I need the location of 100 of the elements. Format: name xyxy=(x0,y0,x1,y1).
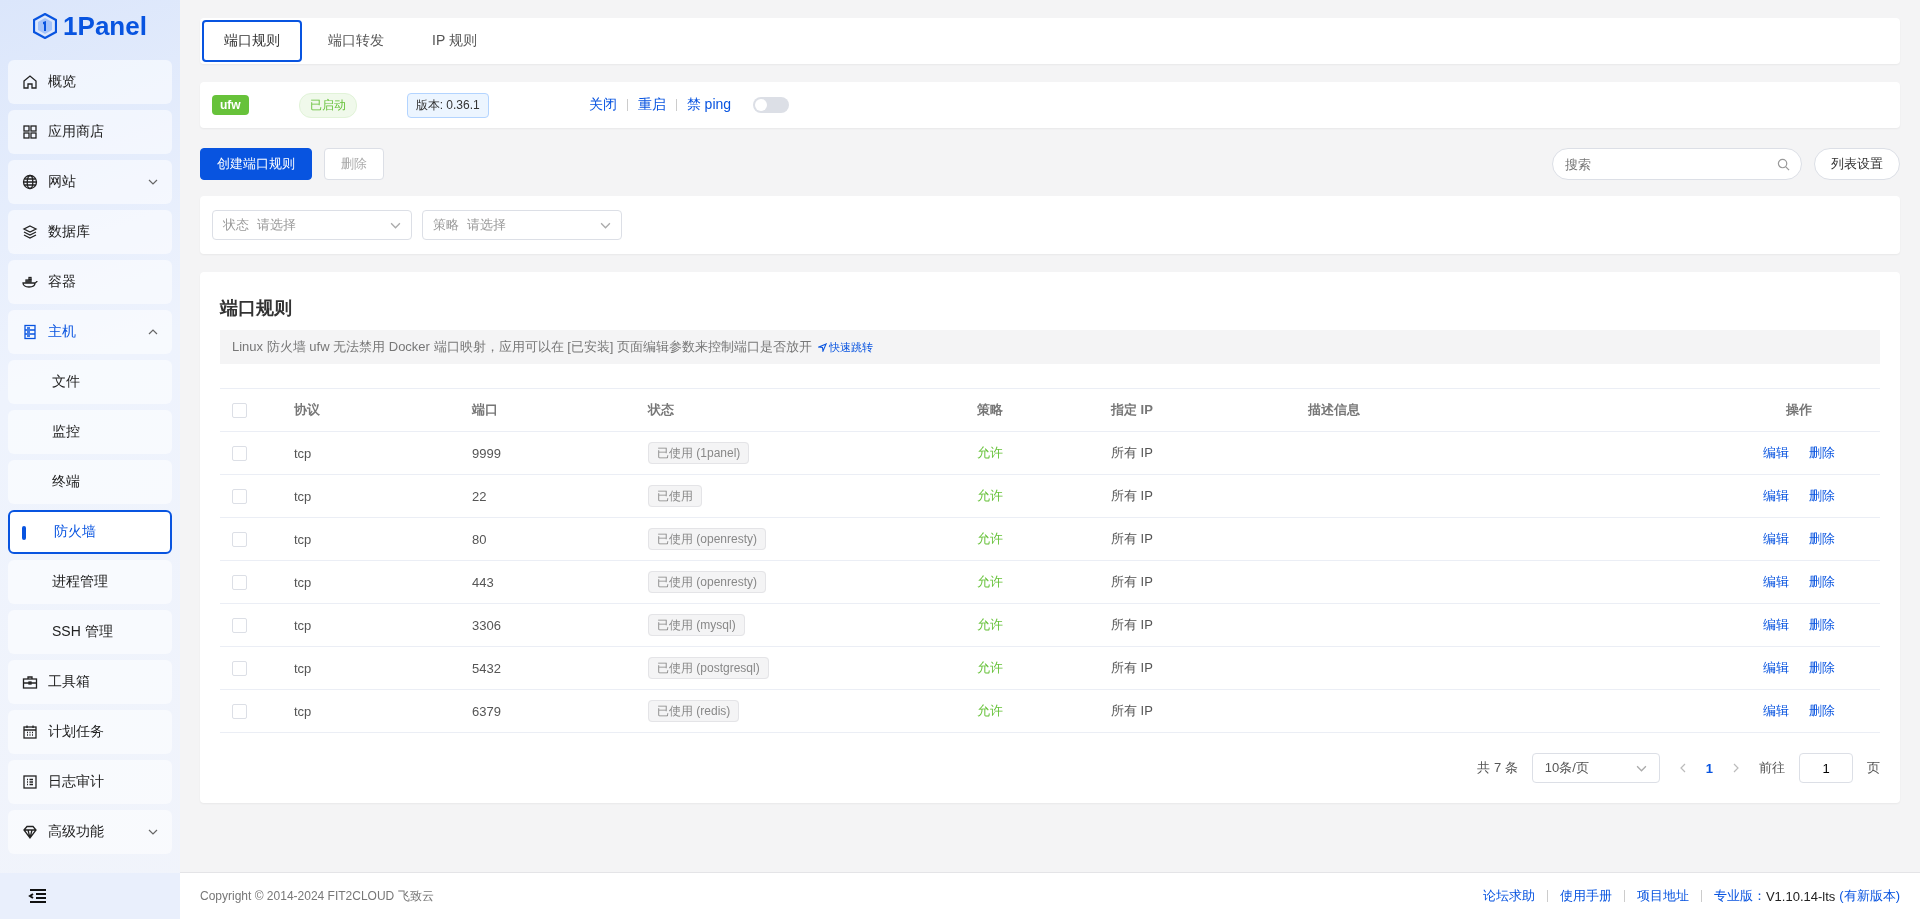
checkbox[interactable] xyxy=(232,403,247,419)
tab[interactable]: IP 规则 xyxy=(410,20,499,62)
nav-subitem[interactable]: 文件 xyxy=(8,360,172,404)
nav-item[interactable]: 工具箱 xyxy=(8,660,172,704)
footer-link[interactable]: 使用手册 xyxy=(1559,887,1612,905)
nav-item[interactable]: 应用商店 xyxy=(8,110,172,154)
table-cell: 5432 xyxy=(472,660,501,676)
table-cell: 22 xyxy=(472,488,487,504)
status-tag: 已使用 xyxy=(648,484,702,507)
nav-subitem[interactable]: 终端 xyxy=(8,460,172,504)
nav-item[interactable]: 容器 xyxy=(8,260,172,304)
toggle-switch[interactable] xyxy=(753,97,790,113)
update-link[interactable]: (有新版本) xyxy=(1839,887,1900,905)
nav-item[interactable]: 网站 xyxy=(8,160,172,204)
row-action-link[interactable]: 删除 xyxy=(1809,531,1835,546)
menu-icon[interactable] xyxy=(28,888,48,904)
table-cell: 所有 IP xyxy=(1111,488,1153,503)
row-action-link[interactable]: 删除 xyxy=(1809,445,1835,460)
checkbox[interactable] xyxy=(232,661,247,677)
chevron-right-icon[interactable] xyxy=(1733,763,1739,773)
status-tag: 已使用 (openresty) xyxy=(648,570,767,593)
checkbox[interactable] xyxy=(232,489,247,505)
table-cell: tcp xyxy=(294,531,312,547)
search-field[interactable]: 搜索 xyxy=(1552,148,1802,180)
gem-icon xyxy=(22,824,38,840)
row-action-link[interactable]: 编辑 xyxy=(1763,703,1789,718)
status-tag: 已使用 (postgresql) xyxy=(648,656,769,679)
status-tag: 已使用 (openresty) xyxy=(648,527,767,550)
row-action-link[interactable]: 编辑 xyxy=(1763,617,1789,632)
page-size-select[interactable]: 10条/页 xyxy=(1531,753,1660,783)
whale-icon xyxy=(22,274,38,290)
row-action-link[interactable]: 编辑 xyxy=(1763,488,1789,503)
page-input[interactable]: 1 xyxy=(1799,753,1853,783)
logo-text: 1Panel xyxy=(63,10,147,42)
table-cell: 6379 xyxy=(472,703,501,719)
row-action-link[interactable]: 删除 xyxy=(1809,660,1835,675)
row-action-link[interactable]: 编辑 xyxy=(1763,531,1789,546)
table-cell: 3306 xyxy=(472,617,501,633)
row-action-link[interactable]: 删除 xyxy=(1809,617,1835,632)
table-cell: tcp xyxy=(294,445,312,461)
column-header: 端口 xyxy=(472,402,498,417)
row-action-link[interactable]: 编辑 xyxy=(1763,445,1789,460)
create-button[interactable]: 创建端口规则 xyxy=(200,148,312,180)
version-tag: 版本: 0.36.1 xyxy=(406,92,489,118)
chevron-left-icon[interactable] xyxy=(1679,763,1686,773)
row-action-link[interactable]: 删除 xyxy=(1809,574,1835,589)
column-header: 描述信息 xyxy=(1308,402,1360,417)
table-cell: 允许 xyxy=(977,488,1003,503)
checkbox[interactable] xyxy=(232,532,247,548)
status-tag: 已使用 (mysql) xyxy=(648,613,745,636)
checkbox[interactable] xyxy=(232,704,247,720)
nav-item[interactable]: 计划任务 xyxy=(8,710,172,754)
table-cell: 所有 IP xyxy=(1111,703,1153,718)
search-icon xyxy=(1777,158,1790,171)
checkbox[interactable] xyxy=(232,446,247,462)
table-cell: 所有 IP xyxy=(1111,660,1153,675)
nav-item[interactable]: 高级功能 xyxy=(8,810,172,854)
navigation-arrow-icon xyxy=(818,342,827,352)
status-tag: 已启动 xyxy=(298,92,357,118)
nav-subitem[interactable]: 进程管理 xyxy=(8,560,172,604)
checkbox[interactable] xyxy=(232,618,247,634)
column-header: 状态 xyxy=(648,402,674,417)
total-count: 共 7 条 xyxy=(1477,759,1518,777)
action-link[interactable]: 重启 xyxy=(637,96,666,114)
calendar-icon xyxy=(22,724,38,740)
action-link[interactable]: 禁 ping xyxy=(686,96,732,114)
goto-label: 前往 xyxy=(1759,759,1785,777)
toolbox-icon xyxy=(22,674,38,690)
nav-subitem[interactable]: 监控 xyxy=(8,410,172,454)
status-tag: 已使用 (1panel) xyxy=(648,441,750,464)
table-cell: 80 xyxy=(472,531,487,547)
nav-item[interactable]: 概览 xyxy=(8,60,172,104)
table-cell: tcp xyxy=(294,488,312,504)
edition-label: 专业版： xyxy=(1713,887,1766,905)
page-unit: 页 xyxy=(1867,759,1880,777)
tab[interactable]: 端口转发 xyxy=(306,20,406,62)
column-header: 操作 xyxy=(1786,402,1812,417)
footer-link[interactable]: 项目地址 xyxy=(1636,887,1689,905)
row-action-link[interactable]: 删除 xyxy=(1809,488,1835,503)
page-number[interactable]: 1 xyxy=(1705,760,1713,776)
tab[interactable]: 端口规则 xyxy=(202,20,302,62)
footer-link[interactable]: 论坛求助 xyxy=(1482,887,1535,905)
globe-icon xyxy=(22,174,38,190)
nav-subitem[interactable]: SSH 管理 xyxy=(8,610,172,654)
list-settings-button[interactable]: 列表设置 xyxy=(1814,148,1900,180)
status-tag: 已使用 (redis) xyxy=(648,699,740,722)
nav-item[interactable]: 主机 xyxy=(8,310,172,354)
status-tag: ufw xyxy=(212,95,249,115)
action-link[interactable]: 关闭 xyxy=(588,96,617,114)
nav-item[interactable]: 数据库 xyxy=(8,210,172,254)
table-cell: 允许 xyxy=(977,617,1003,632)
nav-item[interactable]: 日志审计 xyxy=(8,760,172,804)
quick-jump-link[interactable]: 快速跳转 xyxy=(818,339,873,355)
checkbox[interactable] xyxy=(232,575,247,591)
row-action-link[interactable]: 编辑 xyxy=(1763,574,1789,589)
row-action-link[interactable]: 编辑 xyxy=(1763,660,1789,675)
layers-icon xyxy=(22,224,38,240)
nav-subitem[interactable]: 防火墙 xyxy=(8,510,172,554)
row-action-link[interactable]: 删除 xyxy=(1809,703,1835,718)
table-cell: tcp xyxy=(294,617,312,633)
